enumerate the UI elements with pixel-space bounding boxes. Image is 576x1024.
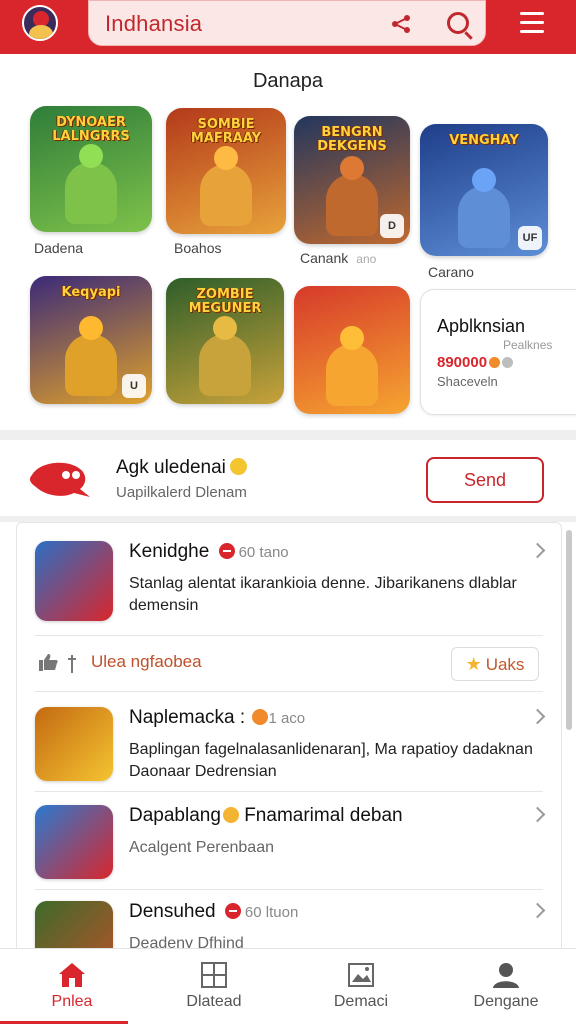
star-button[interactable]: ★ Uaks: [451, 647, 539, 681]
section-divider: [0, 430, 576, 440]
divider: [35, 691, 543, 692]
feed-item[interactable]: Naplemacka : 1 aco Baplingan fagelnalasa…: [35, 707, 546, 787]
app-card-subtitle: Pealknes: [503, 338, 553, 352]
character-figure: [199, 334, 251, 396]
app-header: Indhansia: [0, 0, 576, 54]
promo-subtitle: Uapilkalerd Dlenam: [116, 484, 247, 501]
game-thumbnail: [35, 541, 113, 621]
feed-item-title: Kenidghe 60 tano: [129, 541, 289, 562]
home-icon: [59, 963, 85, 987]
brand-logo-icon: [29, 462, 90, 497]
chevron-right-icon[interactable]: [529, 542, 546, 559]
game-title-art: BENGRN DEKGENS: [317, 125, 387, 154]
bottom-nav: Pnlea Dlatead Demaci Dengane: [0, 948, 576, 1024]
section-title: Danapa: [252, 70, 324, 92]
game-artwork: Keqyapi U: [30, 276, 152, 404]
emoji-icon: [229, 458, 247, 475]
app-card-caption: Shaceveln: [437, 374, 498, 389]
character-figure: [326, 344, 378, 406]
game-title-art: Keqyapi: [61, 285, 121, 300]
game-tile[interactable]: Keqyapi U: [30, 276, 152, 404]
game-badge: D: [380, 214, 404, 238]
game-tile[interactable]: BENGRN DEKGENS D: [294, 116, 410, 244]
chevron-right-icon[interactable]: [529, 806, 546, 823]
feed-list: Kenidghe 60 tano Stanlag alentat ikarank…: [16, 522, 562, 962]
reaction-label: Ulea ngfaobea: [91, 652, 202, 671]
send-button[interactable]: Send: [426, 457, 544, 503]
character-figure: [458, 186, 510, 248]
feed-item-title: Dapablang Fnamarimal deban: [129, 805, 403, 826]
app-card[interactable]: Apblknsian Pealknes 890000 Shaceveln: [420, 289, 576, 415]
chevron-right-icon[interactable]: [529, 708, 546, 725]
search-icon[interactable]: [447, 12, 469, 34]
thumbs-up-icon[interactable]: [39, 653, 59, 671]
game-tile[interactable]: ZOMBIE MEGUNER: [166, 278, 284, 404]
game-title-art: DYNOAER LALNGRRS: [52, 115, 130, 144]
game-artwork: VENGHAY UF: [420, 124, 548, 256]
game-artwork: BENGRN DEKGENS D: [294, 116, 410, 244]
divider: [35, 635, 543, 636]
feed-item[interactable]: Kenidghe 60 tano Stanlag alentat ikarank…: [35, 541, 546, 625]
arrow-up-icon[interactable]: [67, 653, 77, 673]
share-icon[interactable]: [391, 14, 413, 34]
nav-item-home[interactable]: Pnlea: [0, 949, 144, 1024]
feed-item[interactable]: Dapablang Fnamarimal deban Acalgent Pere…: [35, 805, 546, 881]
avatar[interactable]: [22, 5, 58, 41]
game-thumbnail: [35, 805, 113, 879]
scrollbar[interactable]: [566, 530, 572, 730]
feed-item-description: Stanlag alentat ikarankioia denne. Jibar…: [129, 575, 517, 614]
character-figure: [326, 174, 378, 236]
status-icon: [218, 543, 235, 559]
game-label: Dadena: [34, 240, 84, 256]
feed-item-subtitle: Acalgent Perenbaan: [129, 839, 274, 856]
game-title-art: SOMBIE MAFRAAY: [190, 117, 262, 146]
game-thumbnail: [35, 707, 113, 781]
app-card-price: 890000: [437, 354, 514, 371]
nav-label: Dengane: [473, 993, 539, 1010]
reaction-row: Ulea ngfaobea ★ Uaks: [35, 643, 543, 683]
game-tile[interactable]: DYNOAER LALNGRRS: [30, 106, 152, 232]
game-title-art: VENGHAY: [449, 133, 519, 148]
game-label: Carano: [428, 264, 474, 280]
game-tile[interactable]: VENGHAY UF: [420, 124, 548, 256]
game-badge: U: [122, 374, 146, 398]
menu-icon[interactable]: [520, 12, 544, 34]
chevron-right-icon[interactable]: [529, 902, 546, 919]
fire-icon: [252, 709, 269, 725]
promo-title: Agk uledenai: [116, 457, 247, 479]
image-icon: [348, 963, 374, 987]
character-figure: [65, 162, 117, 224]
search-bar[interactable]: Indhansia: [88, 0, 486, 46]
nav-label: Dlatead: [186, 993, 242, 1010]
feed-item-title: Densuhed 60 ltuon: [129, 901, 299, 922]
divider: [35, 791, 543, 792]
game-artwork: [294, 286, 410, 414]
character-figure: [65, 334, 117, 396]
game-badge: UF: [518, 226, 542, 250]
character-figure: [200, 164, 252, 226]
nav-item-grid[interactable]: Dlatead: [142, 949, 286, 1024]
search-input[interactable]: Indhansia: [105, 11, 202, 37]
divider: [35, 889, 543, 890]
app-card-title: Apblknsian: [437, 316, 526, 336]
star-icon: ★: [465, 653, 482, 674]
game-artwork: SOMBIE MAFRAAY: [166, 108, 286, 234]
game-artwork: DYNOAER LALNGRRS: [30, 106, 152, 232]
game-artwork: ZOMBIE MEGUNER: [166, 278, 284, 404]
game-tile[interactable]: SOMBIE MAFRAAY: [166, 108, 286, 234]
nav-label: Pnlea: [51, 993, 93, 1010]
game-title-art: ZOMBIE MEGUNER: [188, 287, 262, 316]
nav-label: Demaci: [333, 993, 389, 1010]
game-label: Canank ano: [300, 250, 377, 266]
game-label: Boahos: [174, 240, 222, 256]
game-tile[interactable]: [294, 286, 410, 414]
grid-icon: [201, 962, 227, 988]
emoji-icon: [222, 807, 239, 823]
feed-item-description: Baplingan fagelnalasanlidenaran], Ma rap…: [129, 741, 533, 780]
feed-item-title: Naplemacka : 1 aco: [129, 707, 306, 728]
profile-icon: [493, 963, 519, 988]
nav-item-profile[interactable]: Dengane: [434, 949, 576, 1024]
status-icon: [224, 903, 241, 919]
nav-item-media[interactable]: Demaci: [289, 949, 433, 1024]
